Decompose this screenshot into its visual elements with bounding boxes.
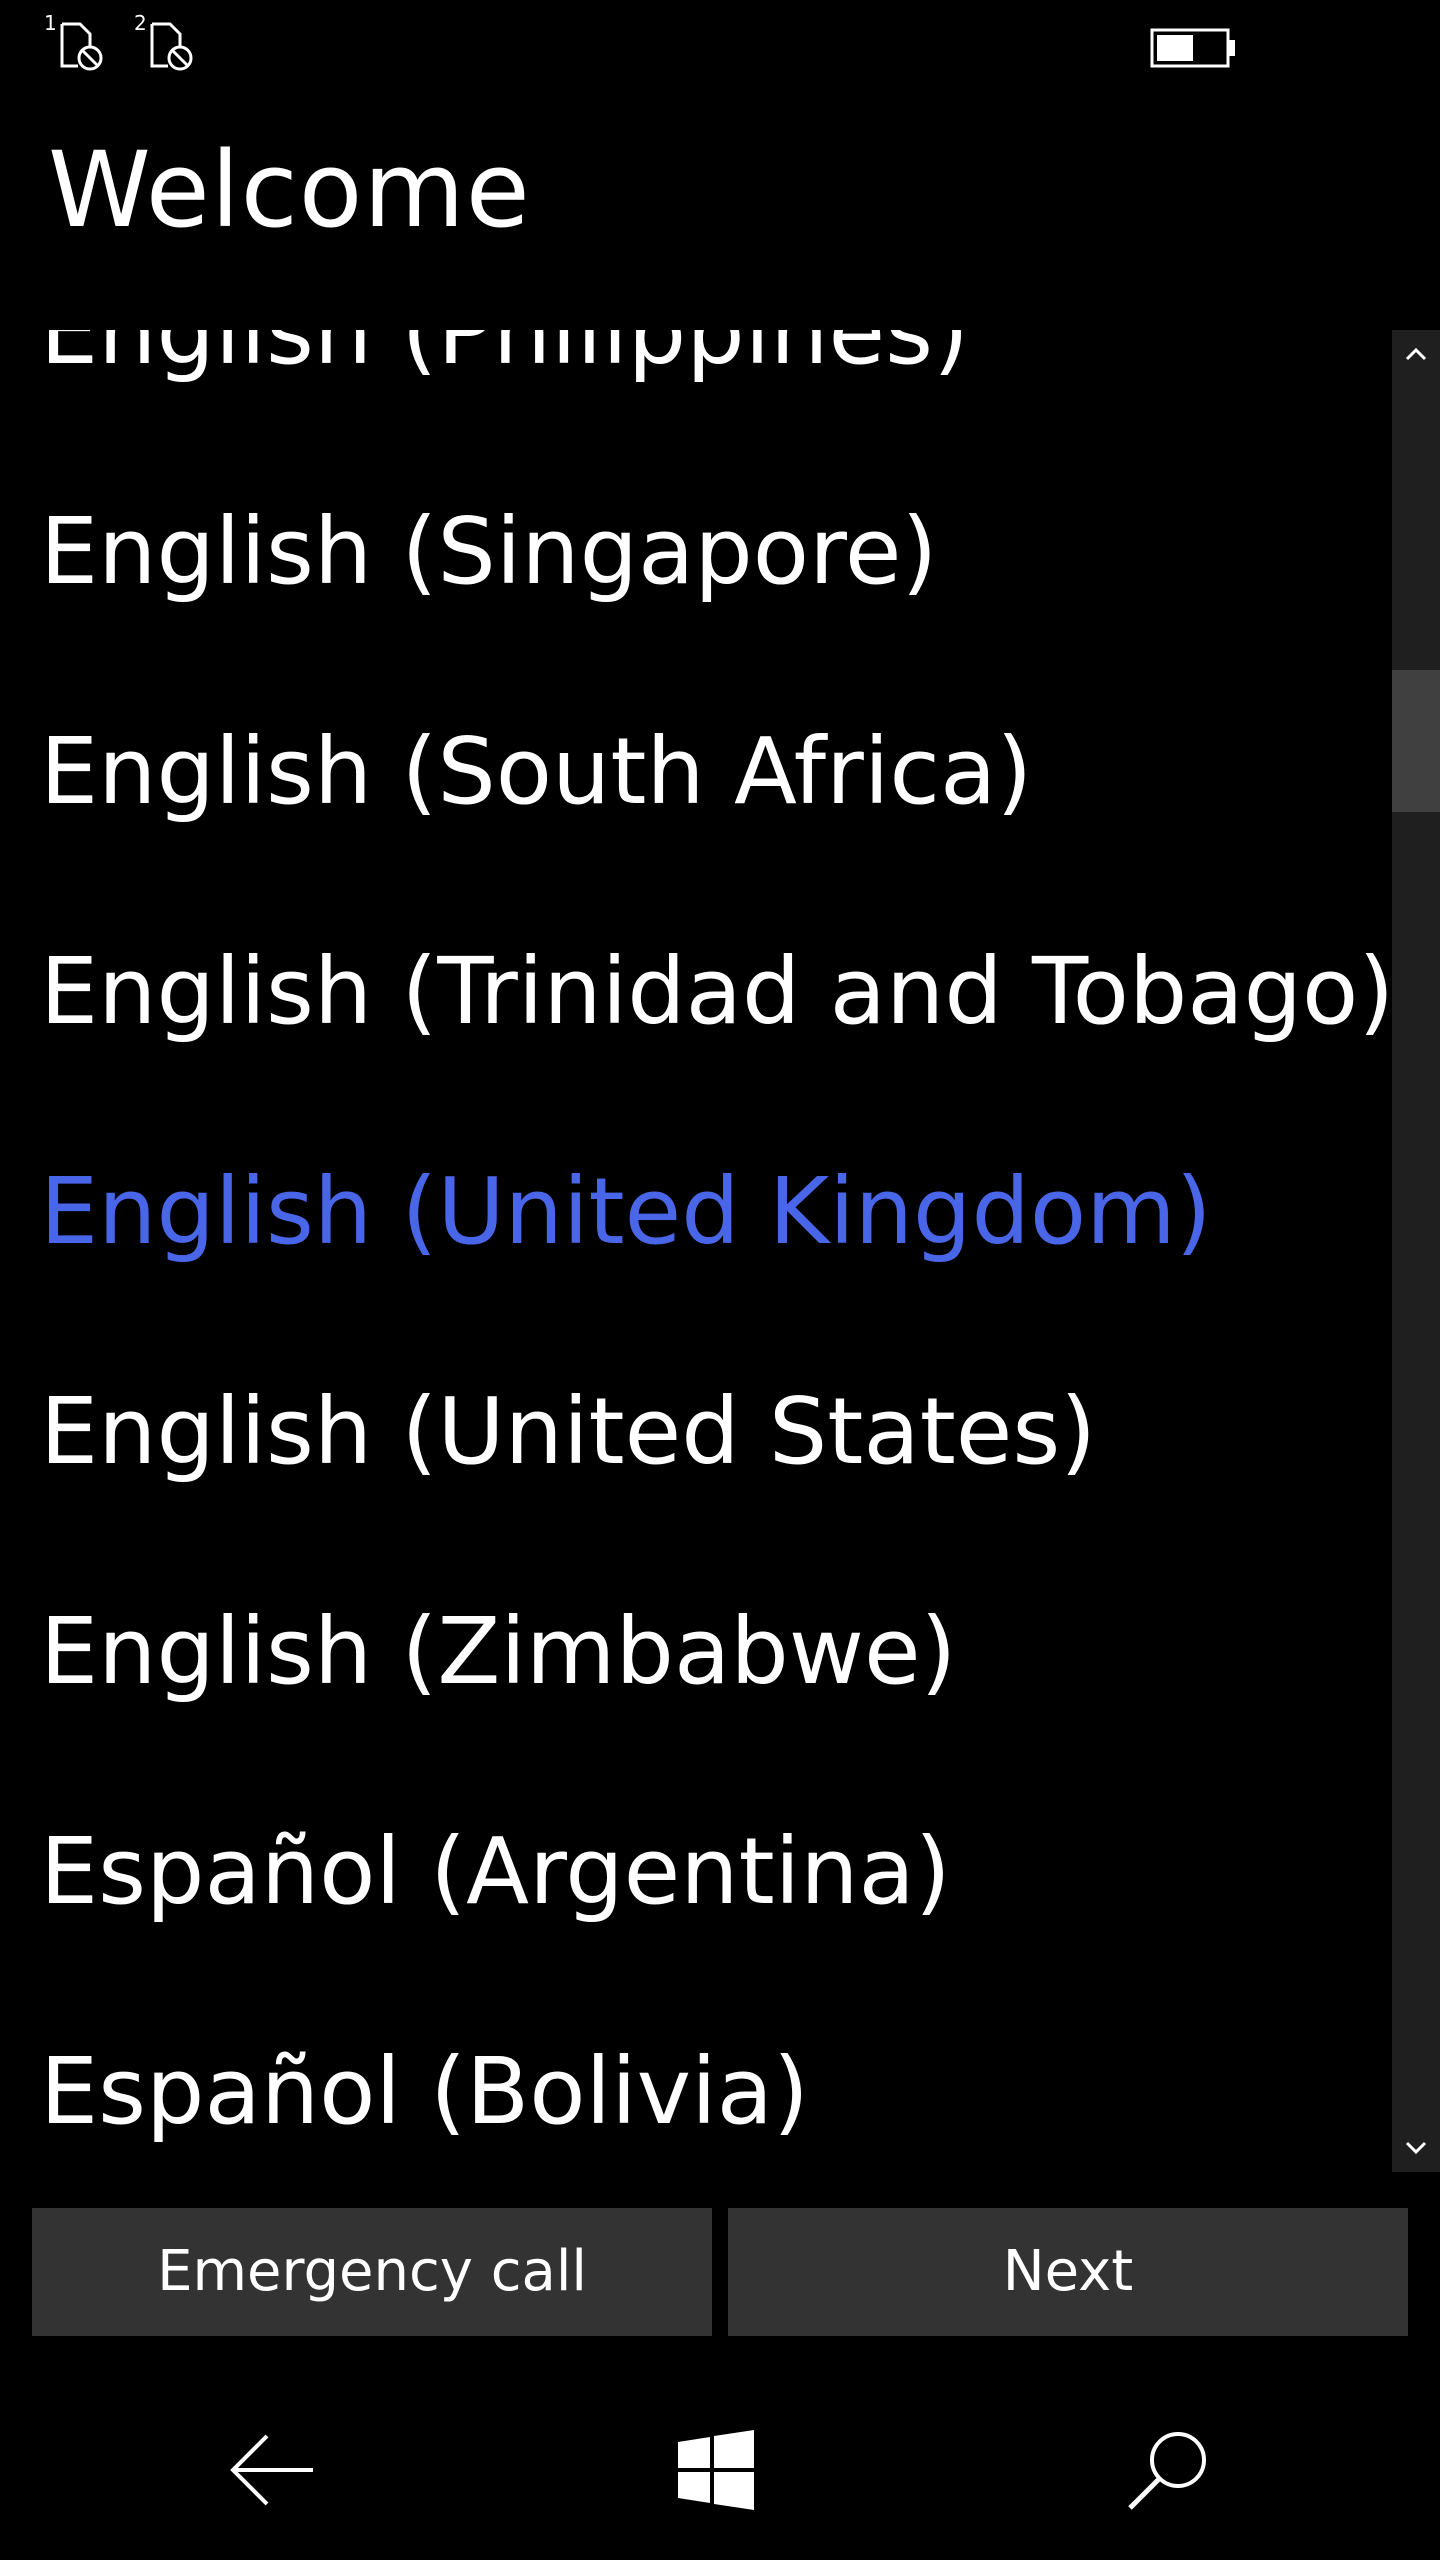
next-button[interactable]: Next xyxy=(728,2208,1408,2336)
battery-icon xyxy=(1150,28,1238,68)
scroll-up-chevron-icon[interactable] xyxy=(1392,330,1440,378)
sim2-no-service-icon: 2 xyxy=(134,12,204,74)
language-item-espanol-bolivia[interactable]: Español (Bolivia) xyxy=(0,1982,1392,2172)
language-list-items: English (Philippines) English (Singapore… xyxy=(0,330,1392,2172)
language-item-english-philippines[interactable]: English (Philippines) xyxy=(0,330,1392,442)
page-title: Welcome xyxy=(48,129,531,251)
windows-start-icon[interactable] xyxy=(666,2420,766,2520)
search-icon[interactable] xyxy=(1118,2420,1218,2520)
status-bar: 1 2 xyxy=(0,0,1440,90)
sim1-no-service-icon: 1 xyxy=(44,12,114,74)
language-item-english-trinidad-and-tobago[interactable]: English (Trinidad and Tobago) xyxy=(0,882,1392,1102)
emergency-call-button[interactable]: Emergency call xyxy=(32,2208,712,2336)
language-item-english-united-states[interactable]: English (United States) xyxy=(0,1322,1392,1542)
navigation-bar xyxy=(0,2380,1440,2560)
sim1-number: 1 xyxy=(44,11,57,35)
language-item-english-united-kingdom[interactable]: English (United Kingdom) xyxy=(0,1102,1392,1322)
language-item-espanol-argentina[interactable]: Español (Argentina) xyxy=(0,1762,1392,1982)
sim2-number: 2 xyxy=(134,11,147,35)
scrollbar-thumb[interactable] xyxy=(1392,670,1440,812)
language-item-english-zimbabwe[interactable]: English (Zimbabwe) xyxy=(0,1542,1392,1762)
language-item-english-south-africa[interactable]: English (South Africa) xyxy=(0,662,1392,882)
action-button-row: Emergency call Next xyxy=(32,2208,1408,2336)
language-list[interactable]: English (Philippines) English (Singapore… xyxy=(0,330,1392,2172)
back-arrow-icon[interactable] xyxy=(222,2420,322,2520)
language-item-english-singapore[interactable]: English (Singapore) xyxy=(0,442,1392,662)
list-scrollbar[interactable] xyxy=(1392,330,1440,2172)
scroll-down-chevron-icon[interactable] xyxy=(1392,2124,1440,2172)
